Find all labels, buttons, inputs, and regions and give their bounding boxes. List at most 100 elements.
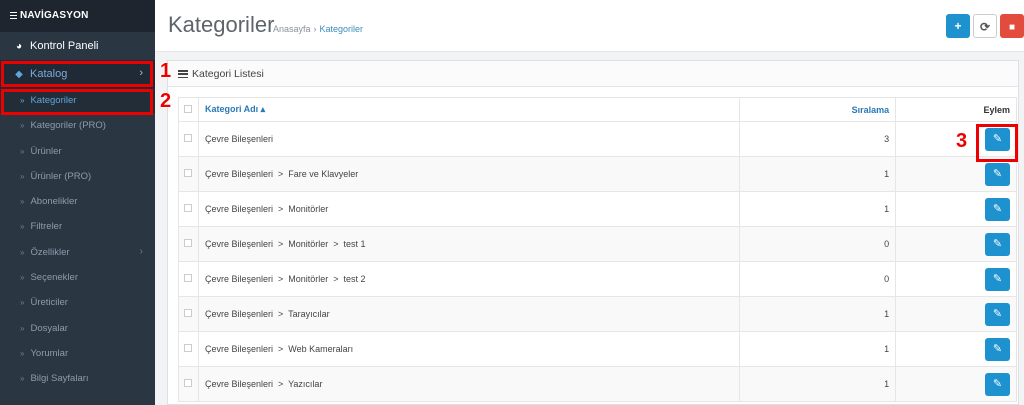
- sidebar-subitem[interactable]: » Kategoriler (PRO): [0, 113, 155, 138]
- double-chevron-icon: »: [20, 146, 25, 156]
- row-checkbox[interactable]: [184, 344, 193, 352]
- sort-order-cell: 3: [739, 121, 897, 157]
- sidebar-subitem[interactable]: » Abonelikler: [0, 189, 155, 214]
- table-row: Çevre Bileşenleri > Monitörler > test 10…: [178, 226, 1017, 262]
- sidebar-subitem-label: Ürünler (PRO): [30, 170, 92, 182]
- panel-title: Kategori Listesi: [192, 68, 264, 80]
- edit-button[interactable]: ✎: [985, 337, 1010, 361]
- sidebar-subitem[interactable]: » Üreticiler: [0, 290, 155, 315]
- edit-button[interactable]: ✎: [985, 197, 1010, 221]
- breadcrumb-home[interactable]: Anasayfa: [273, 24, 311, 34]
- sort-order-cell: 1: [739, 296, 897, 332]
- category-table: Kategori Adı ▴ Sıralama Eylem Çevre Bile…: [178, 97, 1017, 402]
- edit-button[interactable]: ✎: [985, 372, 1010, 396]
- double-chevron-icon: »: [20, 348, 25, 358]
- sort-order-cell: 1: [739, 156, 897, 192]
- row-select-cell: [178, 226, 199, 262]
- category-name-cell: Çevre Bileşenleri > Monitörler: [197, 191, 741, 227]
- sidebar-item-dashboard[interactable]: ◕ Kontrol Paneli: [0, 32, 155, 60]
- action-cell: ✎: [895, 226, 1017, 262]
- annotation-box-1: [1, 61, 153, 87]
- double-chevron-icon: »: [20, 121, 25, 131]
- breadcrumb-current[interactable]: Kategoriler: [320, 24, 364, 34]
- table-row: Çevre Bileşenleri > Web Kameraları 1 ✎: [178, 331, 1017, 367]
- category-list-panel: Kategori Listesi Kategori Adı ▴ Sıralama…: [167, 60, 1019, 405]
- row-select-cell: [178, 121, 199, 157]
- breadcrumb: Anasayfa › Kategoriler: [273, 24, 363, 34]
- trash-icon: ■: [1008, 22, 1016, 33]
- pencil-icon: ✎: [992, 377, 1003, 390]
- refresh-button[interactable]: ⟳: [973, 14, 997, 38]
- row-checkbox[interactable]: [184, 379, 193, 387]
- annotation-number-3: 3: [956, 130, 968, 152]
- category-name-cell: Çevre Bileşenleri > Monitörler > test 1: [197, 226, 741, 262]
- page-title: Kategoriler: [168, 12, 275, 37]
- annotation-box-3: [976, 124, 1018, 162]
- sidebar-subitem[interactable]: » Bilgi Sayfaları: [0, 366, 155, 391]
- edit-button[interactable]: ✎: [985, 232, 1010, 256]
- table-row: Çevre Bileşenleri > Yazıcılar 1 ✎: [178, 366, 1017, 402]
- edit-button[interactable]: ✎: [985, 302, 1010, 326]
- action-cell: ✎: [895, 261, 1017, 297]
- annotation-box-2: [1, 89, 153, 115]
- double-chevron-icon: »: [20, 273, 25, 283]
- row-checkbox[interactable]: [184, 274, 193, 282]
- sidebar-subitem-label: Abonelikler: [30, 196, 78, 208]
- row-select-cell: [178, 261, 199, 297]
- sort-order-cell: 0: [739, 261, 897, 297]
- column-header-sort-order[interactable]: Sıralama: [739, 97, 897, 122]
- sidebar-subitem[interactable]: » Ürünler (PRO): [0, 164, 155, 189]
- row-select-cell: [178, 331, 199, 367]
- row-select-cell: [178, 296, 199, 332]
- table-header-row: Kategori Adı ▴ Sıralama Eylem: [178, 97, 1017, 122]
- catalog-submenu: » Kategoriler» Kategoriler (PRO)» Ürünler» Ü…: [0, 88, 155, 392]
- sidebar-subitem[interactable]: » Dosyalar: [0, 316, 155, 341]
- select-all-checkbox[interactable]: [184, 104, 193, 113]
- edit-button[interactable]: ✎: [985, 162, 1010, 186]
- row-checkbox[interactable]: [184, 134, 193, 142]
- row-checkbox[interactable]: [184, 169, 193, 177]
- double-chevron-icon: »: [20, 171, 25, 181]
- chevron-right-icon: ›: [139, 245, 143, 257]
- sidebar-subitem-label: Filtreler: [30, 221, 63, 233]
- sidebar-subitem[interactable]: » Filtreler: [0, 214, 155, 239]
- double-chevron-icon: »: [20, 222, 25, 232]
- sidebar-subitem-label: Üreticiler: [30, 297, 68, 309]
- sidebar-subitem[interactable]: » Yorumlar: [0, 341, 155, 366]
- row-checkbox[interactable]: [184, 204, 193, 212]
- sidebar-subitem-label: Yorumlar: [30, 347, 69, 359]
- sidebar-item-label: Kontrol Paneli: [30, 40, 99, 52]
- action-cell: ✎: [895, 331, 1017, 367]
- pencil-icon: ✎: [992, 272, 1003, 285]
- add-button[interactable]: +: [946, 14, 970, 38]
- sidebar-subitem-label: Ürünler: [30, 145, 62, 157]
- plus-icon: +: [954, 19, 962, 33]
- table-row: Çevre Bileşenleri > Fare ve Klavyeler 1 ✎: [178, 156, 1017, 192]
- action-cell: ✎: [895, 191, 1017, 227]
- sidebar-subitem-label: Bilgi Sayfaları: [30, 373, 89, 385]
- pencil-icon: ✎: [992, 167, 1003, 180]
- sidebar-subitem-label: Seçenekler: [30, 272, 78, 284]
- sidebar-subitem[interactable]: » Seçenekler: [0, 265, 155, 290]
- sidebar-subitem[interactable]: » Özellikler ›: [0, 240, 155, 265]
- row-checkbox[interactable]: [184, 309, 193, 317]
- double-chevron-icon: »: [20, 323, 25, 333]
- sidebar-subitem[interactable]: » Ürünler: [0, 139, 155, 164]
- row-checkbox[interactable]: [184, 239, 193, 247]
- edit-button[interactable]: ✎: [985, 267, 1010, 291]
- category-name-cell: Çevre Bileşenleri > Monitörler > test 2: [197, 261, 741, 297]
- pencil-icon: ✎: [992, 237, 1003, 250]
- navigation-header: NAVİGASYON: [0, 0, 155, 32]
- action-cell: ✎: [895, 366, 1017, 402]
- column-header-name[interactable]: Kategori Adı ▴: [197, 97, 741, 122]
- menu-icon[interactable]: [10, 10, 17, 21]
- navigation-header-label: NAVİGASYON: [20, 10, 89, 21]
- sort-order-cell: 1: [739, 191, 897, 227]
- delete-button[interactable]: ■: [1000, 14, 1024, 38]
- action-cell: ✎: [895, 296, 1017, 332]
- refresh-icon: ⟳: [979, 20, 991, 34]
- pencil-icon: ✎: [992, 342, 1003, 355]
- sidebar-subitem-label: Kategoriler (PRO): [30, 120, 106, 132]
- sort-order-cell: 0: [739, 226, 897, 262]
- panel-heading: Kategori Listesi: [168, 61, 1018, 87]
